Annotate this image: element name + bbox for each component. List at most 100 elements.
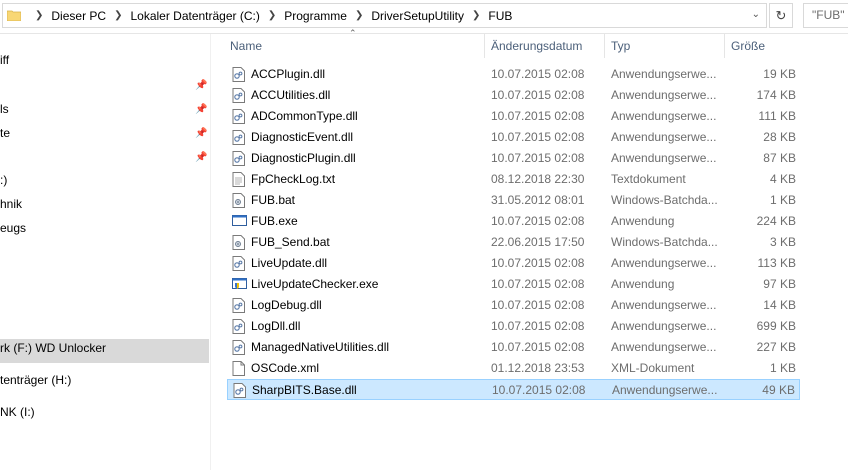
file-name: DiagnosticPlugin.dll bbox=[251, 151, 356, 165]
file-size: 19 KB bbox=[763, 67, 796, 81]
file-type: Anwendungserwe... bbox=[612, 383, 718, 397]
file-row[interactable]: LogDll.dll 10.07.2015 02:08 Anwendungserwe… bbox=[227, 316, 800, 337]
breadcrumb-separator-icon[interactable]: ❯ bbox=[35, 10, 43, 21]
file-row[interactable]: LiveUpdate.dll 10.07.2015 02:08 Anwendungs… bbox=[227, 253, 800, 274]
column-header-type[interactable]: Typ bbox=[611, 34, 630, 60]
file-type: Anwendungserwe... bbox=[611, 109, 717, 123]
file-row[interactable]: ManagedNativeUtilities.dll 10.07.2015 02:… bbox=[227, 337, 800, 358]
file-date: 10.07.2015 02:08 bbox=[491, 340, 585, 354]
file-type: Anwendungserwe... bbox=[611, 319, 717, 333]
breadcrumb-separator-icon[interactable]: ❯ bbox=[355, 10, 363, 21]
file-date: 01.12.2018 23:53 bbox=[491, 361, 585, 375]
file-size: 97 KB bbox=[763, 277, 796, 291]
pin-icon[interactable]: 📌 bbox=[195, 104, 207, 115]
file-name: ManagedNativeUtilities.dll bbox=[251, 340, 390, 354]
file-type: Anwendungserwe... bbox=[611, 151, 717, 165]
nav-item-3[interactable]: te bbox=[0, 122, 10, 144]
file-type: Anwendung bbox=[611, 214, 675, 228]
file-row[interactable]: FUB.exe 10.07.2015 02:08 Anwendung 224 KB bbox=[227, 211, 800, 232]
breadcrumb-separator-icon[interactable]: ❯ bbox=[268, 10, 276, 21]
file-date: 10.07.2015 02:08 bbox=[491, 109, 585, 123]
dll-icon bbox=[232, 340, 245, 355]
chevron-down-icon[interactable]: ⌄ bbox=[752, 9, 760, 20]
file-type: Anwendungserwe... bbox=[611, 67, 717, 81]
file-type: Textdokument bbox=[611, 172, 686, 186]
column-divider[interactable] bbox=[604, 34, 605, 58]
file-row[interactable]: DiagnosticEvent.dll 10.07.2015 02:08 Anwen… bbox=[227, 127, 800, 148]
file-size: 14 KB bbox=[763, 298, 796, 312]
file-size: 3 KB bbox=[769, 235, 796, 249]
breadcrumb-programme[interactable]: Programme bbox=[284, 9, 347, 23]
file-type: Anwendungserwe... bbox=[611, 298, 717, 312]
file-date: 22.06.2015 17:50 bbox=[491, 235, 585, 249]
breadcrumb-separator-icon[interactable]: ❯ bbox=[114, 10, 122, 21]
file-name: LiveUpdate.dll bbox=[251, 256, 328, 270]
nav-item-2[interactable]: ls bbox=[0, 98, 9, 120]
bat-icon bbox=[232, 193, 245, 208]
nav-item-4[interactable]: :) bbox=[0, 169, 7, 191]
file-size: 699 KB bbox=[756, 319, 796, 333]
file-row-selected[interactable]: SharpBITS.Base.dll 10.07.2015 02:08 Anwend… bbox=[227, 379, 800, 400]
folder-icon bbox=[6, 10, 22, 22]
file-name: ACCUtilities.dll bbox=[251, 88, 331, 102]
file-date: 10.07.2015 02:08 bbox=[491, 151, 585, 165]
file-name: DiagnosticEvent.dll bbox=[251, 130, 354, 144]
file-size: 28 KB bbox=[763, 130, 796, 144]
address-bar[interactable]: ❯ Dieser PC ❯ Lokaler Datenträger (C:) ❯… bbox=[2, 3, 767, 28]
file-row[interactable]: ADCommonType.dll 10.07.2015 02:08 Anwendun… bbox=[227, 106, 800, 127]
nav-item-7[interactable]: rk (F:) WD Unlocker bbox=[0, 337, 106, 359]
nav-item-5[interactable]: hnik bbox=[0, 193, 22, 215]
column-header-name[interactable]: Name bbox=[230, 34, 262, 60]
file-row[interactable]: ACCPlugin.dll 10.07.2015 02:08 Anwendungse… bbox=[227, 64, 800, 85]
breadcrumb-driversetuputility[interactable]: DriverSetupUtility bbox=[371, 9, 464, 23]
file-row[interactable]: FpCheckLog.txt 08.12.2018 22:30 Textdokume… bbox=[227, 169, 800, 190]
nav-item-1[interactable]: iff bbox=[0, 49, 9, 71]
file-name: FUB_Send.bat bbox=[251, 235, 330, 249]
pane-divider[interactable] bbox=[210, 34, 211, 470]
file-row[interactable]: FUB.bat 31.05.2012 08:01 Windows-Batchda..… bbox=[227, 190, 800, 211]
exe-shield-icon bbox=[232, 277, 247, 292]
file-date: 31.05.2012 08:01 bbox=[491, 193, 585, 207]
column-divider[interactable] bbox=[484, 34, 485, 58]
nav-item-8[interactable]: tenträger (H:) bbox=[0, 369, 71, 391]
breadcrumb-fub[interactable]: FUB bbox=[488, 9, 512, 23]
file-size: 49 KB bbox=[762, 383, 795, 397]
file-row[interactable]: DiagnosticPlugin.dll 10.07.2015 02:08 Anwe… bbox=[227, 148, 800, 169]
search-input[interactable]: "FUB" d bbox=[803, 3, 848, 28]
file-date: 10.07.2015 02:08 bbox=[491, 298, 585, 312]
nav-item-6[interactable]: eugs bbox=[0, 217, 26, 239]
dll-icon bbox=[232, 151, 245, 166]
breadcrumb-separator-icon[interactable]: ❯ bbox=[472, 10, 480, 21]
column-divider[interactable] bbox=[724, 34, 725, 58]
file-size: 1 KB bbox=[769, 361, 796, 375]
file-type: XML-Dokument bbox=[611, 361, 695, 375]
file-type: Anwendungserwe... bbox=[611, 88, 717, 102]
pin-icon[interactable]: 📌 bbox=[195, 152, 207, 163]
file-row[interactable]: LogDebug.dll 10.07.2015 02:08 Anwendungser… bbox=[227, 295, 800, 316]
column-header-date[interactable]: Änderungsdatum bbox=[491, 34, 582, 60]
file-date: 10.07.2015 02:08 bbox=[491, 256, 585, 270]
dll-icon bbox=[233, 383, 246, 398]
breadcrumb-dieser-pc[interactable]: Dieser PC bbox=[51, 9, 106, 23]
file-row[interactable]: OSCode.xml 01.12.2018 23:53 XML-Dokument 1 … bbox=[227, 358, 800, 379]
breadcrumb-drive-c[interactable]: Lokaler Datenträger (C:) bbox=[130, 9, 259, 23]
file-type: Anwendungserwe... bbox=[611, 340, 717, 354]
file-name: ACCPlugin.dll bbox=[251, 67, 326, 81]
column-header-size[interactable]: Größe bbox=[731, 34, 765, 60]
file-date: 08.12.2018 22:30 bbox=[491, 172, 585, 186]
nav-item-9[interactable]: NK (I:) bbox=[0, 401, 35, 423]
file-row[interactable]: FUB_Send.bat 22.06.2015 17:50 Windows-Batc… bbox=[227, 232, 800, 253]
file-row[interactable]: ACCUtilities.dll 10.07.2015 02:08 Anwendun… bbox=[227, 85, 800, 106]
file-size: 174 KB bbox=[756, 88, 796, 102]
file-name: ADCommonType.dll bbox=[251, 109, 358, 123]
refresh-icon[interactable]: ↻ bbox=[769, 3, 793, 28]
dll-icon bbox=[232, 256, 245, 271]
file-type: Anwendung bbox=[611, 277, 675, 291]
file-type: Anwendungserwe... bbox=[611, 130, 717, 144]
file-size: 224 KB bbox=[756, 214, 796, 228]
file-row[interactable]: LiveUpdateChecker.exe 10.07.2015 02:08 Anw… bbox=[227, 274, 800, 295]
file-type: Anwendungserwe... bbox=[611, 256, 717, 270]
pin-icon[interactable]: 📌 bbox=[195, 80, 207, 91]
exe-icon bbox=[232, 214, 247, 229]
pin-icon[interactable]: 📌 bbox=[195, 128, 207, 139]
